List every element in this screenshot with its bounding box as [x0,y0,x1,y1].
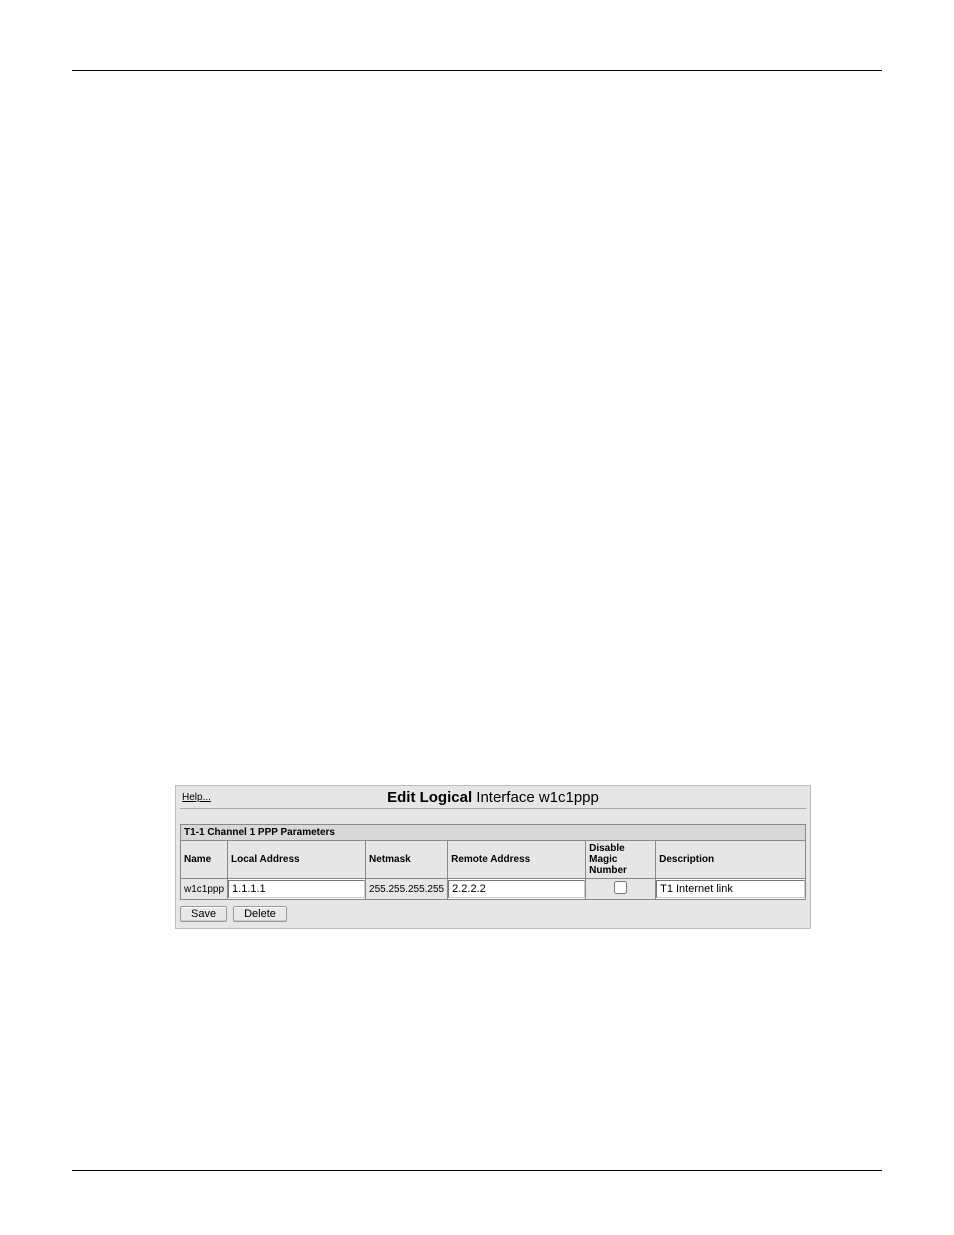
col-remote-address: Remote Address [448,841,586,879]
table-row: w1c1ppp 255.255.255.255 [181,879,806,900]
delete-button[interactable]: Delete [233,906,287,922]
edit-logical-interface-panel: Help... Edit Logical Interface w1c1ppp T… [175,785,811,929]
panel-title: Edit Logical Interface w1c1ppp [176,786,810,806]
top-divider [72,70,882,71]
col-netmask: Netmask [366,841,448,879]
help-link[interactable]: Help... [182,792,211,803]
remote-address-input[interactable] [448,880,585,898]
ppp-parameters-table: T1-1 Channel 1 PPP Parameters Name Local… [180,824,806,900]
col-local-address: Local Address [228,841,366,879]
cell-name: w1c1ppp [181,879,228,900]
disable-magic-checkbox[interactable] [614,881,627,894]
col-description: Description [656,841,806,879]
cell-netmask: 255.255.255.255 [366,879,448,900]
col-disable-magic-number: Disable Magic Number [586,841,656,879]
group-header: T1-1 Channel 1 PPP Parameters [181,825,806,841]
page-footer [72,1170,882,1175]
panel-title-bold: Edit Logical [387,789,472,806]
footer-divider [72,1170,882,1171]
col-name: Name [181,841,228,879]
description-input[interactable] [656,880,805,898]
save-button[interactable]: Save [180,906,227,922]
title-divider [180,808,806,809]
local-address-input[interactable] [228,880,365,898]
panel-title-rest: Interface w1c1ppp [472,789,599,806]
